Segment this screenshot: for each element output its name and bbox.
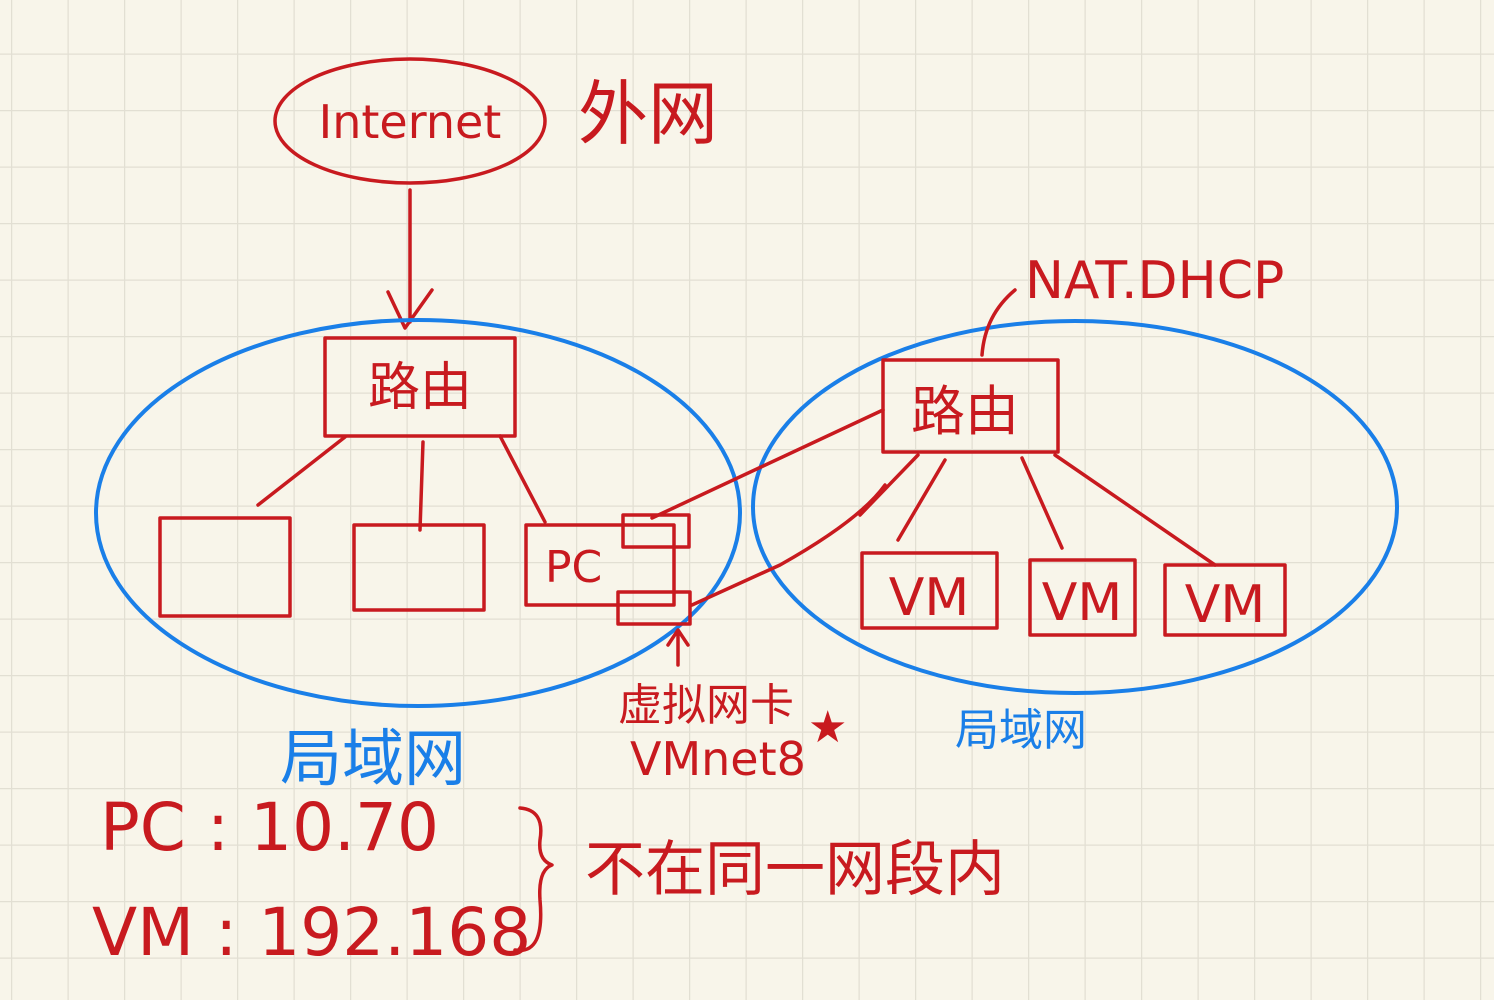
left-lan-label: 局域网 (280, 722, 466, 795)
vm-label-1: VM (889, 568, 969, 628)
diagram-canvas: Internet 外网 路由 PC 局域网 路由 NAT.DHCP VM VM … (0, 0, 1494, 1000)
external-network-label: 外网 (578, 73, 718, 155)
internet-label: Internet (319, 95, 502, 149)
vm-label-3: VM (1185, 575, 1265, 635)
right-router-label: 路由 (911, 380, 1019, 443)
subnet-note: 不在同一网段内 (585, 835, 1005, 905)
pc-label: PC (545, 542, 602, 593)
vm-label-2: VM (1042, 573, 1122, 633)
vm-address: VM : 192.168 (92, 894, 531, 971)
left-router-label: 路由 (368, 358, 472, 418)
star-icon: ★ (808, 702, 847, 753)
vmnet8-label: VMnet8 (630, 732, 806, 786)
nat-dhcp-label: NAT.DHCP (1025, 251, 1284, 311)
pc-address: PC : 10.70 (100, 789, 439, 866)
right-lan-label: 局域网 (955, 705, 1087, 756)
virtual-nic-label: 虚拟网卡 (618, 680, 794, 731)
